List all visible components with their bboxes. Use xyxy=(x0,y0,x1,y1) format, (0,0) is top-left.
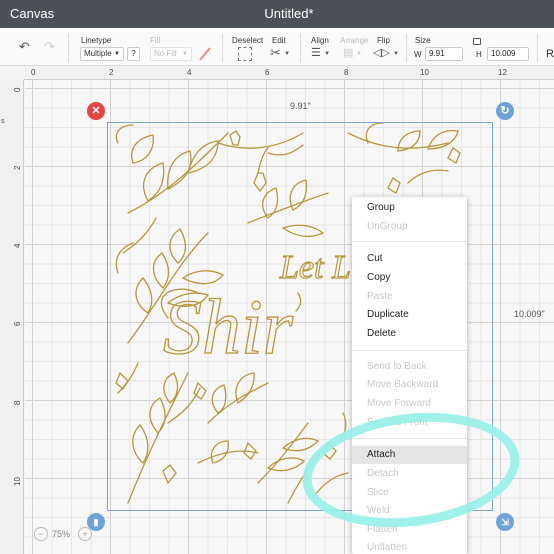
chevron-down-icon: ▼ xyxy=(393,51,399,57)
chevron-down-icon: ▼ xyxy=(324,51,330,57)
menu-item-delete[interactable]: Delete xyxy=(352,325,467,343)
height-prefix: H xyxy=(476,50,482,59)
rotate-icon: ↻ xyxy=(500,105,510,117)
fill-select: No Fill ▼ xyxy=(150,47,192,61)
ruler-tick: 4 xyxy=(13,243,22,248)
width-input[interactable]: 9.91 xyxy=(425,47,463,61)
fill-color-swatch xyxy=(199,47,211,61)
ruler-tick: 10 xyxy=(420,68,429,77)
rotate-label: R xyxy=(546,48,554,60)
menu-divider xyxy=(352,241,467,242)
toolbar-divider xyxy=(406,34,407,62)
menu-item-cut[interactable]: Cut xyxy=(352,250,467,268)
size-label: Size xyxy=(415,36,431,45)
ruler-tick: 0 xyxy=(13,87,22,92)
linetype-select[interactable]: Multiple ▼ xyxy=(80,47,124,61)
align-icon[interactable]: ☰ xyxy=(311,46,321,60)
left-ruler: 0 2 4 6 8 10 xyxy=(0,80,24,554)
scissors-icon[interactable]: ✂ xyxy=(270,46,281,60)
ruler-tick: 12 xyxy=(498,68,507,77)
height-input[interactable]: 10.009 xyxy=(487,47,529,61)
ruler-tick: 8 xyxy=(13,400,22,405)
resize-icon: ⇲ xyxy=(501,517,509,527)
ruler-tick: 0 xyxy=(31,68,36,77)
toolbar-divider xyxy=(68,34,69,62)
linetype-value: Multiple xyxy=(84,49,112,58)
menu-divider xyxy=(352,350,467,351)
lock-icon[interactable] xyxy=(473,38,481,45)
title-bar: Canvas Untitled* xyxy=(0,0,554,28)
ruler-tick: 4 xyxy=(187,68,192,77)
chevron-down-icon: ▼ xyxy=(284,51,290,57)
delete-handle[interactable]: ✕ xyxy=(87,102,105,120)
ruler-tick: 10 xyxy=(13,477,22,486)
linetype-label: Linetype xyxy=(81,36,112,45)
align-label: Align xyxy=(311,36,329,45)
toolbar-divider xyxy=(300,34,301,62)
arrange-label: Arrange xyxy=(340,36,369,45)
flip-icon[interactable]: ◁▷ xyxy=(373,46,390,60)
ruler-tick: 6 xyxy=(13,321,22,326)
edit-label: Edit xyxy=(272,36,286,45)
design-text-line2: Shir xyxy=(163,283,294,370)
zoom-level: 75% xyxy=(52,529,71,539)
menu-item-duplicate[interactable]: Duplicate xyxy=(352,306,467,324)
zoom-control: − 75% + xyxy=(30,524,100,544)
menu-item-ungroup: UnGroup xyxy=(367,221,408,232)
menu-item-group[interactable]: Group xyxy=(352,199,467,217)
ruler-cut-label: s xyxy=(1,118,5,125)
menu-item-move-forward: Move Forward xyxy=(367,398,431,409)
ruler-tick: 2 xyxy=(109,68,114,77)
fill-value: No Fill xyxy=(154,49,177,58)
document-title: Untitled* xyxy=(264,6,314,21)
toolbar: ↶ ↷ Linetype Multiple ▼ ? Fill No Fill ▼… xyxy=(0,28,554,66)
scale-handle[interactable]: ⇲ xyxy=(496,513,514,531)
menu-item-unflatten: Unflatten xyxy=(367,542,408,553)
chevron-down-icon: ▼ xyxy=(182,51,188,57)
deselect-label: Deselect xyxy=(232,36,264,45)
width-prefix: W xyxy=(414,50,422,59)
menu-item-move-backward: Move Backward xyxy=(367,379,439,390)
top-ruler: 0 2 4 6 8 10 12 xyxy=(24,66,554,80)
toolbar-divider xyxy=(222,34,223,62)
menu-item-copy[interactable]: Copy xyxy=(352,269,467,287)
deselect-icon[interactable] xyxy=(238,47,252,61)
linetype-help-button[interactable]: ? xyxy=(127,47,140,61)
fill-label: Fill xyxy=(150,36,161,45)
flip-label: Flip xyxy=(377,36,390,45)
chevron-down-icon: ▼ xyxy=(114,51,120,57)
zoom-out-button[interactable]: − xyxy=(34,527,48,541)
toolbar-divider xyxy=(537,34,538,62)
menu-item-paste: Paste xyxy=(367,291,393,302)
zoom-in-button[interactable]: + xyxy=(78,527,92,541)
undo-icon[interactable]: ↶ xyxy=(19,40,30,54)
close-icon: ✕ xyxy=(91,105,101,117)
selection-height-label: 10.009" xyxy=(514,309,545,319)
selection-width-label: 9.91" xyxy=(290,101,311,111)
redo-icon: ↷ xyxy=(44,39,55,54)
ruler-tick: 8 xyxy=(344,68,349,77)
ruler-tick: 2 xyxy=(13,165,22,170)
ruler-tick: 6 xyxy=(265,68,270,77)
menu-item-send-to-back: Send to Back xyxy=(367,361,427,372)
chevron-down-icon: ▼ xyxy=(356,51,362,57)
design-text-line1: Let L xyxy=(279,249,351,286)
rotate-handle[interactable]: ↻ xyxy=(496,102,514,120)
arrange-icon: ▤ xyxy=(343,47,354,59)
